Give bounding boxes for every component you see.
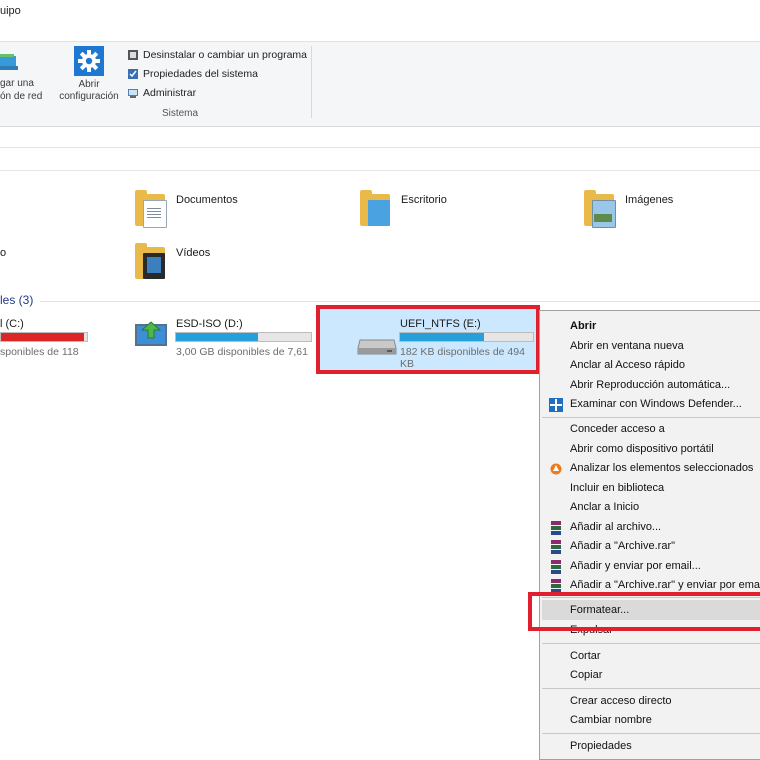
menu-item-add-rar-email[interactable]: Añadir a "Archive.rar" y enviar por emai… [570, 579, 760, 591]
partial-folder-label: o [0, 247, 7, 259]
menu-item-open-new-window[interactable]: Abrir en ventana nueva [570, 340, 684, 352]
folder-icon [135, 243, 165, 279]
winrar-icon [551, 560, 561, 574]
menu-item-properties[interactable]: Propiedades [570, 740, 632, 752]
menu-item-windows-defender[interactable]: Examinar con Windows Defender... [570, 398, 742, 410]
system-properties-label: Propiedades del sistema [143, 68, 258, 80]
menu-item-autoplay[interactable]: Abrir Reproducción automática... [570, 379, 730, 391]
folder-imagenes[interactable]: Imágenes [584, 190, 760, 230]
drive-c[interactable]: l (C:) sponibles de 118 [0, 316, 100, 366]
window-title: uipo [0, 5, 21, 17]
menu-item-add-email[interactable]: Añadir y enviar por email... [570, 560, 701, 572]
menu-item-create-shortcut[interactable]: Crear acceso directo [570, 695, 672, 707]
menu-item-copy[interactable]: Copiar [570, 669, 602, 681]
uninstall-label: Desinstalar o cambiar un programa [143, 49, 307, 61]
folder-icon [135, 190, 167, 228]
menu-item-pin-start[interactable]: Anclar a Inicio [570, 501, 639, 513]
drive-name: l (C:) [0, 318, 24, 330]
menu-item-grant-access[interactable]: Conceder acceso a [570, 423, 665, 435]
folder-icon [360, 190, 390, 226]
menu-separator [542, 643, 760, 644]
format-annotation-box [528, 592, 760, 631]
gear-icon [74, 46, 104, 76]
network-drive-icon [0, 54, 18, 70]
navigation-bar [0, 148, 760, 171]
drive-annotation-box [316, 305, 540, 374]
drive-usage-bar [0, 332, 88, 342]
avast-icon [550, 463, 562, 475]
manage-label: Administrar [143, 87, 197, 99]
uninstall-program-button[interactable]: Desinstalar o cambiar un programa [127, 47, 307, 63]
open-settings-label-1: Abrir [78, 79, 100, 90]
open-settings-label-2: configuración [59, 91, 119, 102]
winrar-icon [551, 521, 561, 535]
menu-item-open[interactable]: Abrir [570, 320, 596, 332]
address-bar[interactable] [0, 125, 760, 148]
menu-item-scan-selected[interactable]: Analizar los elementos seleccionados [570, 462, 753, 474]
context-menu: Abrir Abrir en ventana nueva Anclar al A… [539, 310, 760, 760]
devices-section-header[interactable]: les (3) [0, 293, 33, 307]
menu-item-pin-quick-access[interactable]: Anclar al Acceso rápido [570, 359, 685, 371]
menu-item-open-portable[interactable]: Abrir como dispositivo portátil [570, 443, 714, 455]
folder-icon [584, 190, 616, 228]
menu-item-add-archive[interactable]: Añadir al archivo... [570, 521, 661, 533]
folder-name: Imágenes [625, 194, 674, 206]
drive-d[interactable]: ESD-ISO (D:) 3,00 GB disponibles de 7,61 [134, 316, 314, 366]
network-label-1: gar una [0, 78, 34, 89]
map-network-drive-button[interactable]: gar una ón de red [0, 48, 52, 104]
drive-usage-fill [176, 333, 259, 341]
open-settings-button[interactable]: Abrir configuración [56, 46, 122, 104]
folder-name: Vídeos [176, 247, 211, 259]
folder-videos[interactable]: Vídeos [135, 243, 335, 283]
menu-item-rename[interactable]: Cambiar nombre [570, 714, 652, 726]
menu-separator [542, 688, 760, 689]
drive-space: sponibles de 118 [0, 346, 79, 358]
drive-usage-bar [175, 332, 312, 342]
menu-item-add-archive-rar[interactable]: Añadir a "Archive.rar" [570, 540, 675, 552]
manage-button[interactable]: Administrar [127, 85, 196, 101]
menu-separator [542, 733, 760, 734]
folder-name: Escritorio [401, 194, 447, 206]
drive-usage-fill [1, 333, 85, 341]
section-divider [40, 301, 760, 302]
folder-documentos[interactable]: Documentos [135, 190, 335, 230]
menu-separator [542, 417, 760, 418]
folder-name: Documentos [176, 194, 238, 206]
system-properties-button[interactable]: Propiedades del sistema [127, 66, 258, 82]
ribbon-group-label: Sistema [161, 108, 199, 119]
menu-item-include-library[interactable]: Incluir en biblioteca [570, 482, 664, 494]
network-label-2: ón de red [0, 91, 43, 102]
ribbon-separator [311, 46, 312, 118]
manage-icon [128, 89, 138, 98]
windows-defender-icon [549, 398, 563, 412]
system-properties-icon [128, 69, 138, 79]
winrar-icon [551, 540, 561, 554]
folder-escritorio[interactable]: Escritorio [360, 190, 560, 230]
uninstall-icon [128, 50, 138, 60]
drive-space: 3,00 GB disponibles de 7,61 [176, 346, 308, 358]
winrar-icon [551, 579, 561, 593]
install-drive-icon [135, 321, 167, 346]
menu-item-cut[interactable]: Cortar [570, 650, 601, 662]
drive-name: ESD-ISO (D:) [176, 318, 243, 330]
